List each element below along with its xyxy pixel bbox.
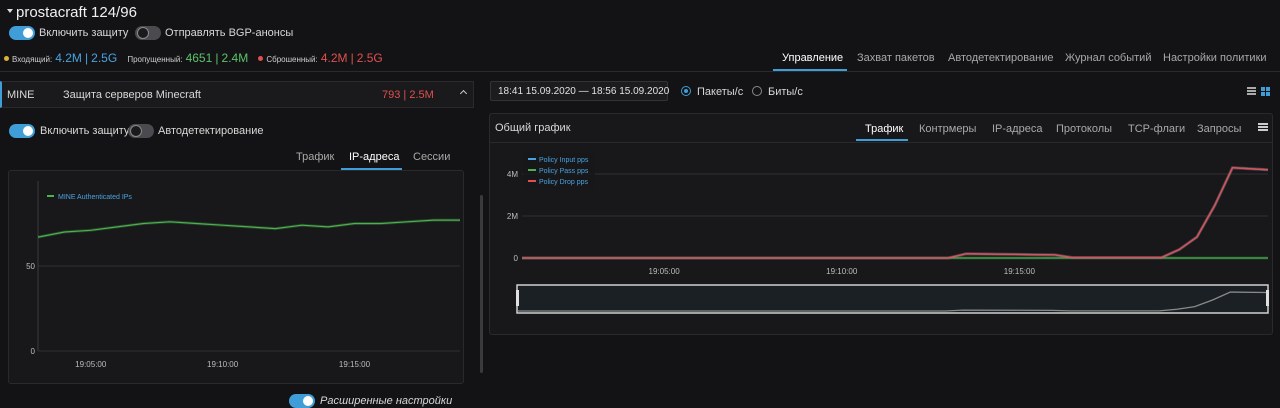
y-tick-label: 4M <box>507 170 518 179</box>
dropped-pps: 4.2M <box>320 51 348 65</box>
legend-label: Policy Drop pps <box>539 179 589 186</box>
enable-protection-toggle[interactable] <box>9 26 35 40</box>
chart-tab-protocols[interactable]: Протоколы <box>1056 123 1112 135</box>
chart-tab-tcp-flags[interactable]: TCP-флаги <box>1128 123 1185 135</box>
passed-pps: 4651 <box>185 51 213 65</box>
incoming-bps: 2.5G <box>91 51 118 65</box>
policy-value-pps: 793 <box>382 89 401 101</box>
send-bgp-toggle[interactable] <box>135 26 161 40</box>
x-tick-label: 19:05:00 <box>649 267 681 276</box>
policy-tab-traffic[interactable]: Трафик <box>296 151 334 163</box>
tab-management[interactable]: Управление <box>782 52 843 64</box>
policy-enable-toggle[interactable] <box>9 124 35 138</box>
dropped-label: Сброшенный: <box>266 55 318 64</box>
passed-label: Пропущенный: <box>127 55 183 64</box>
traffic-chart: 0 2M 4M 19:05:00 19:10:00 19:15:00 Policy Inpu… <box>507 153 1269 314</box>
list-view-icon[interactable] <box>1247 87 1256 95</box>
legend-label: Policy Input pps <box>539 157 589 164</box>
range-navigator <box>516 284 1269 314</box>
ip-addresses-chart: 0 50 19:05:00 19:10:00 19:15:00 MINE Authenti… <box>26 181 460 369</box>
legend-label: MINE Authenticated IPs <box>58 194 132 201</box>
x-tick-label: 19:15:00 <box>1004 267 1036 276</box>
time-range-text: 18:41 15.09.2020 — 18:56 15.09.2020 <box>498 86 670 97</box>
collapse-caret-icon[interactable] <box>7 9 13 13</box>
x-tick-label: 19:05:00 <box>75 360 107 369</box>
chart-menu-icon[interactable] <box>1258 123 1268 131</box>
tab-packet-capture[interactable]: Захват пакетов <box>857 52 935 64</box>
dropped-bps: 2.5G <box>356 51 383 65</box>
x-tick-label: 19:10:00 <box>207 360 239 369</box>
passed-bps: 2.4M <box>221 51 249 65</box>
series-line <box>522 167 1269 259</box>
chevron-up-icon[interactable] <box>459 89 468 98</box>
tab-autodetect[interactable]: Автодетектирование <box>948 52 1053 64</box>
traffic-stats: Входящий: 4.2M | 2.5G Пропущенный: 4651 … <box>4 51 383 65</box>
policy-chart-panel: 0 50 19:05:00 19:10:00 19:15:00 MINE Authenti… <box>8 170 464 384</box>
incoming-pps: 4.2M <box>55 51 82 65</box>
policy-name: MINE <box>7 89 35 101</box>
policy-autodetect-label: Автодетектирование <box>158 125 264 137</box>
incoming-dot-icon <box>4 56 9 61</box>
y-tick-label: 2M <box>507 212 518 221</box>
tab-policy-settings[interactable]: Настройки политики <box>1163 52 1267 64</box>
send-bgp-label: Отправлять BGP-анонсы <box>165 27 294 39</box>
x-tick-label: 19:15:00 <box>339 360 371 369</box>
policy-row[interactable]: MINE Защита серверов Minecraft 793 | 2.5… <box>0 81 474 108</box>
policy-description: Защита серверов Minecraft <box>63 89 201 101</box>
series-line <box>37 219 460 238</box>
chart-tab-traffic-underline <box>856 139 908 141</box>
navigator-handle-right <box>1266 290 1269 306</box>
scrollbar-track[interactable] <box>480 195 483 373</box>
bits-radio[interactable] <box>752 86 762 96</box>
series-glow <box>522 166 1269 260</box>
dropped-dot-icon <box>258 56 264 61</box>
bits-label: Биты/с <box>768 86 803 98</box>
general-chart-panel: Общий график Трафик Контрмеры IP-адреса … <box>489 113 1273 335</box>
policy-enable-label: Включить защиту <box>40 125 130 137</box>
enable-protection-label: Включить защиту <box>39 27 129 39</box>
chart-tab-traffic[interactable]: Трафик <box>865 123 903 135</box>
tab-event-log[interactable]: Журнал событий <box>1065 52 1151 64</box>
passed-sep: | <box>215 51 219 65</box>
incoming-sep: | <box>84 51 89 65</box>
x-tick-label: 19:10:00 <box>826 267 858 276</box>
y-tick-label: 0 <box>514 254 519 263</box>
legend-label: Policy Pass pps <box>539 168 589 175</box>
policy-tab-ip[interactable]: IP-адреса <box>349 151 399 163</box>
policy-autodetect-toggle[interactable] <box>128 124 154 138</box>
series-glow <box>522 166 1269 260</box>
incoming-label: Входящий: <box>12 55 53 64</box>
policy-tab-sessions[interactable]: Сессии <box>413 151 450 163</box>
chart-tab-requests[interactable]: Запросы <box>1197 123 1241 135</box>
page-title: prostacraft 124/96 <box>16 4 137 21</box>
header-divider <box>0 71 1280 72</box>
packets-radio[interactable] <box>681 86 691 96</box>
time-range-picker[interactable]: 18:41 15.09.2020 — 18:56 15.09.2020 <box>490 81 670 101</box>
dropped-sep: | <box>350 51 354 65</box>
y-tick-label: 50 <box>26 262 35 271</box>
chart-tab-ip[interactable]: IP-адреса <box>992 123 1042 135</box>
series-line <box>522 167 1269 259</box>
chart-tab-countermeasures[interactable]: Контрмеры <box>919 123 976 135</box>
policy-value-bps: 2.5M <box>409 89 434 101</box>
advanced-settings-label: Расширенные настройки <box>320 395 453 407</box>
policy-value: 793 | 2.5M <box>382 89 434 101</box>
navigator-handle-left <box>516 290 519 306</box>
y-tick-label: 0 <box>31 347 36 356</box>
policy-value-sep: | <box>403 89 407 101</box>
grid-view-icon[interactable] <box>1261 87 1271 96</box>
general-chart-title: Общий график <box>495 122 571 134</box>
packets-label: Пакеты/с <box>697 86 744 98</box>
